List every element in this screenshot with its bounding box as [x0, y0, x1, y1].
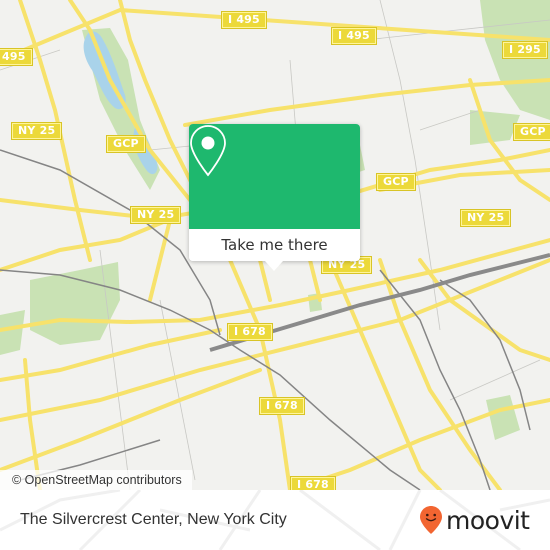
road-label-i495: I 495: [332, 28, 376, 44]
park: [0, 310, 25, 355]
map-pin-icon: [190, 125, 226, 177]
footer: The Silvercrest Center, New York City mo…: [0, 490, 550, 550]
park: [470, 110, 520, 145]
road-label-i495: I 495: [222, 12, 266, 28]
park: [486, 395, 520, 440]
road-label-i678: I 678: [260, 398, 304, 414]
road-label-i678: I 678: [228, 324, 272, 340]
popup-header: [189, 124, 360, 229]
road-label-ny25: NY 25: [131, 207, 181, 223]
road-label-gcp: GCP: [377, 174, 415, 190]
moovit-pin-icon: [420, 506, 442, 534]
map-attribution[interactable]: © OpenStreetMap contributors: [0, 470, 192, 490]
place-title: The Silvercrest Center, New York City: [20, 511, 287, 528]
road-label-gcp: GCP: [107, 136, 145, 152]
road-label-ny25: NY 25: [12, 123, 62, 139]
map-view[interactable]: I 495 495 I 495 I 295 NY 25 GCP GCP GCP …: [0, 0, 550, 490]
location-popup: Take me there: [189, 124, 360, 271]
moovit-wordmark: moovit: [446, 505, 530, 535]
road-label-i495: 495: [0, 49, 32, 65]
popup-pointer: [265, 261, 283, 271]
take-me-there-button[interactable]: Take me there: [189, 229, 360, 261]
road-label-gcp: GCP: [514, 124, 550, 140]
road-label-i678: I 678: [291, 477, 335, 490]
park: [480, 0, 550, 120]
road-label-ny25: NY 25: [461, 210, 511, 226]
moovit-logo[interactable]: moovit: [419, 502, 530, 538]
road-label-i295: I 295: [503, 42, 547, 58]
